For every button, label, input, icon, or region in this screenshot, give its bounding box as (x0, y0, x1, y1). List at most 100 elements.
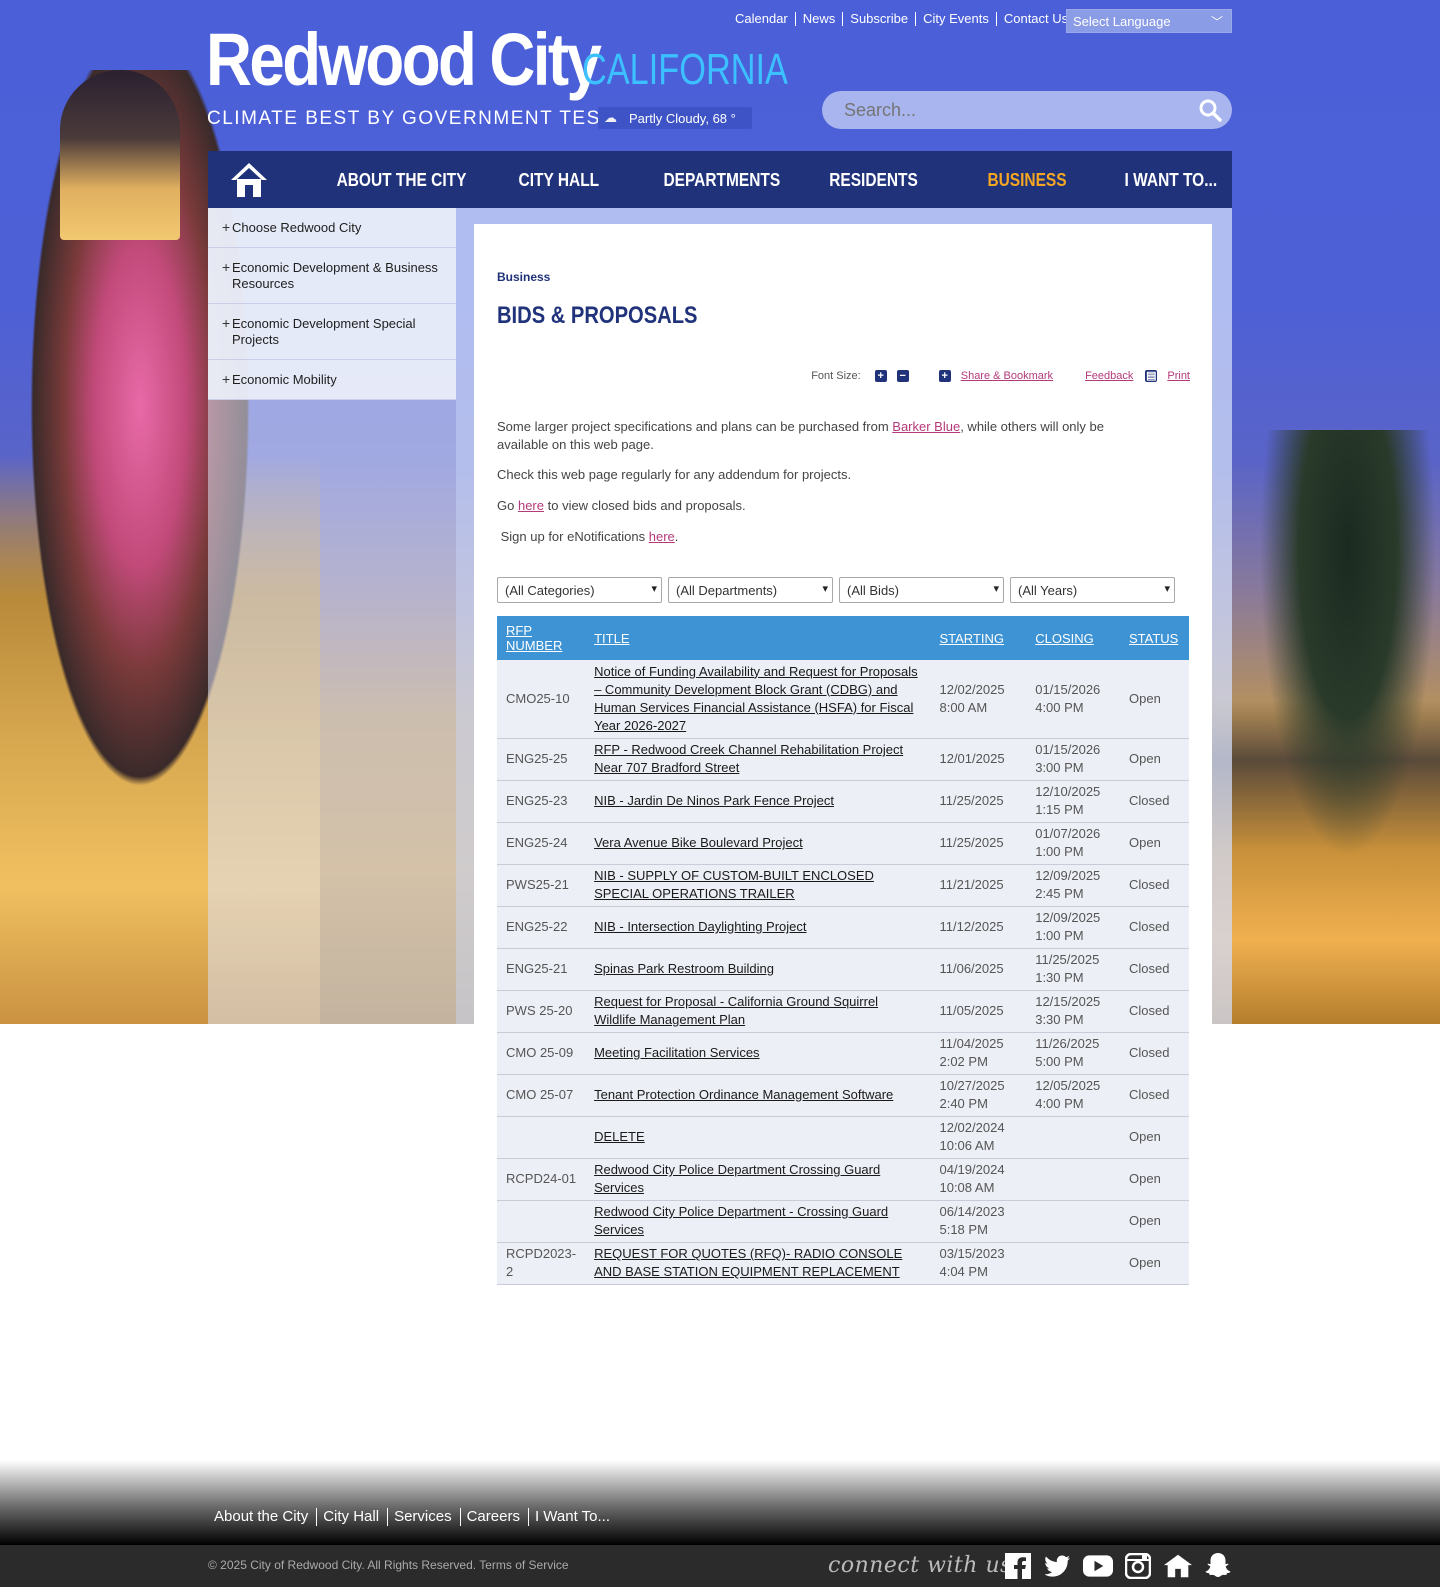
bid-title-link[interactable]: RFP - Redwood Creek Channel Rehabilitati… (594, 742, 903, 775)
footer-link-about-the-city[interactable]: About the City (208, 1508, 316, 1526)
column-header-status[interactable]: STATUS (1120, 616, 1189, 660)
status-cell: Open (1120, 738, 1189, 781)
rfp-number-cell: ENG25-24 (497, 822, 586, 865)
column-header-closing[interactable]: CLOSING (1026, 616, 1120, 660)
title-cell[interactable]: Notice of Funding Availability and Reque… (585, 660, 931, 739)
bid-title-link[interactable]: NIB - Jardin De Ninos Park Fence Project (594, 793, 834, 808)
facebook-icon[interactable] (1003, 1552, 1033, 1580)
enotify-link[interactable]: here (649, 529, 675, 544)
title-cell[interactable]: NIB - Jardin De Ninos Park Fence Project (585, 780, 931, 823)
closing-cell: 12/15/2025 3:30 PM (1026, 990, 1120, 1033)
nav-business[interactable]: BUSINESS (987, 170, 1066, 191)
bid-title-link[interactable]: Tenant Protection Ordinance Management S… (594, 1087, 893, 1102)
bid-title-link[interactable]: REQUEST FOR QUOTES (RFQ)- RADIO CONSOLE … (594, 1246, 902, 1279)
title-cell[interactable]: Spinas Park Restroom Building (585, 948, 931, 991)
breadcrumb[interactable]: Business (497, 270, 550, 284)
status-cell: Open (1120, 660, 1189, 739)
partly-cloudy-icon: ☁ (604, 110, 617, 125)
sidebar-item-special-projects[interactable]: + Economic Development Special Projects (208, 304, 456, 360)
footer-link-services[interactable]: Services (387, 1508, 460, 1526)
weather-widget[interactable]: ☁ Partly Cloudy, 68 ° (598, 107, 752, 129)
footer-link-careers[interactable]: Careers (459, 1508, 528, 1526)
title-cell[interactable]: RFP - Redwood Creek Channel Rehabilitati… (585, 738, 931, 781)
page-title: BIDS & PROPOSALS (497, 302, 698, 329)
toplink-subscribe[interactable]: Subscribe (842, 12, 915, 26)
toplink-calendar[interactable]: Calendar (728, 12, 795, 26)
snapchat-icon[interactable] (1203, 1552, 1233, 1580)
bid-filters: (All Categories) ▾ (All Departments) ▾ (… (497, 577, 1175, 603)
nextdoor-icon[interactable] (1163, 1552, 1193, 1580)
closing-cell: 12/05/2025 4:00 PM (1026, 1074, 1120, 1117)
toplink-news[interactable]: News (794, 12, 843, 26)
bid-title-link[interactable]: Redwood City Police Department - Crossin… (594, 1204, 888, 1237)
closed-bids-paragraph: Go here to view closed bids and proposal… (497, 497, 1157, 515)
bid-title-link[interactable]: NIB - Intersection Daylighting Project (594, 919, 806, 934)
rfp-number-cell: ENG25-21 (497, 948, 586, 991)
font-decrease-icon[interactable]: − (896, 370, 909, 382)
share-bookmark-link[interactable]: Share & Bookmark (961, 370, 1053, 382)
column-header-title[interactable]: TITLE (585, 616, 931, 660)
category-filter-value: (All Categories) (505, 583, 595, 598)
nav-i-want-to[interactable]: I WANT TO... (1125, 170, 1218, 191)
nav-residents[interactable]: RESIDENTS (829, 170, 918, 191)
starting-cell: 11/25/2025 (930, 822, 1027, 865)
title-cell[interactable]: Request for Proposal - California Ground… (585, 990, 931, 1033)
language-select[interactable]: Select Language ﹀ (1066, 9, 1232, 33)
status-cell: Open (1120, 1158, 1189, 1201)
connect-with-us-label: connect with us (828, 1553, 1012, 1578)
bid-title-link[interactable]: Vera Avenue Bike Boulevard Project (594, 835, 803, 850)
sidebar-item-economic-development[interactable]: + Economic Development & Business Resour… (208, 248, 456, 304)
rfp-number-cell: ENG25-23 (497, 780, 586, 823)
youtube-icon[interactable] (1083, 1552, 1113, 1580)
footer-link-i-want-to[interactable]: I Want To... (527, 1508, 618, 1526)
feedback-link[interactable]: Feedback (1085, 370, 1133, 382)
print-link[interactable]: Print (1167, 370, 1190, 382)
year-filter-select[interactable]: (All Years) ▾ (1010, 577, 1175, 603)
nav-about-the-city[interactable]: ABOUT THE CITY (337, 170, 467, 191)
bid-title-link[interactable]: Meeting Facilitation Services (594, 1045, 759, 1060)
title-cell[interactable]: Redwood City Police Department Crossing … (585, 1158, 931, 1201)
title-cell[interactable]: NIB - Intersection Daylighting Project (585, 906, 931, 949)
nav-departments[interactable]: DEPARTMENTS (663, 170, 780, 191)
twitter-icon[interactable] (1043, 1552, 1073, 1580)
title-cell[interactable]: Meeting Facilitation Services (585, 1032, 931, 1075)
toplink-contact-us[interactable]: Contact Us (995, 12, 1075, 26)
sidebar-item-label: Economic Development & Business Resource… (232, 260, 438, 291)
title-cell[interactable]: REQUEST FOR QUOTES (RFQ)- RADIO CONSOLE … (585, 1242, 931, 1285)
sidebar-item-economic-mobility[interactable]: + Economic Mobility (208, 360, 456, 400)
instagram-icon[interactable] (1123, 1552, 1153, 1580)
bid-status-filter-select[interactable]: (All Bids) ▾ (839, 577, 1004, 603)
toplink-city-events[interactable]: City Events (915, 12, 996, 26)
home-button[interactable] (208, 151, 290, 208)
bid-title-link[interactable]: Redwood City Police Department Crossing … (594, 1162, 880, 1195)
bid-title-link[interactable]: DELETE (594, 1129, 645, 1144)
column-header-rfp-number[interactable]: RFP NUMBER (497, 616, 586, 660)
sidebar-item-choose-redwood-city[interactable]: + Choose Redwood City (208, 208, 456, 248)
enotify-text-cont: . (674, 529, 679, 544)
title-cell[interactable]: Vera Avenue Bike Boulevard Project (585, 822, 931, 865)
column-header-starting[interactable]: STARTING (930, 616, 1027, 660)
footer-link-city-hall[interactable]: City Hall (316, 1508, 387, 1526)
title-cell[interactable]: NIB - SUPPLY OF CUSTOM-BUILT ENCLOSED SP… (585, 864, 931, 907)
barker-blue-link[interactable]: Barker Blue (892, 419, 960, 434)
nav-city-hall[interactable]: CITY HALL (519, 170, 600, 191)
table-row: ENG25-23 NIB - Jardin De Ninos Park Fence… (497, 780, 1189, 823)
bid-title-link[interactable]: Notice of Funding Availability and Reque… (594, 664, 918, 733)
year-filter-value: (All Years) (1018, 583, 1078, 598)
status-cell: Closed (1120, 1032, 1189, 1075)
category-filter-select[interactable]: (All Categories) ▾ (497, 577, 662, 603)
bid-title-link[interactable]: Request for Proposal - California Ground… (594, 994, 878, 1027)
bid-title-link[interactable]: NIB - SUPPLY OF CUSTOM-BUILT ENCLOSED SP… (594, 868, 874, 901)
closed-bids-link[interactable]: here (518, 498, 544, 513)
search-icon[interactable] (1198, 98, 1222, 122)
share-plus-icon: + (938, 370, 951, 382)
rfp-number-cell: RCPD24-01 (497, 1158, 586, 1201)
department-filter-select[interactable]: (All Departments) ▾ (668, 577, 833, 603)
starting-cell: 06/14/2023 5:18 PM (930, 1200, 1027, 1243)
bid-title-link[interactable]: Spinas Park Restroom Building (594, 961, 774, 976)
search-input[interactable] (844, 100, 1174, 121)
title-cell[interactable]: Tenant Protection Ordinance Management S… (585, 1074, 931, 1117)
title-cell[interactable]: Redwood City Police Department - Crossin… (585, 1200, 931, 1243)
font-increase-icon[interactable]: + (874, 370, 887, 382)
title-cell[interactable]: DELETE (585, 1116, 931, 1159)
